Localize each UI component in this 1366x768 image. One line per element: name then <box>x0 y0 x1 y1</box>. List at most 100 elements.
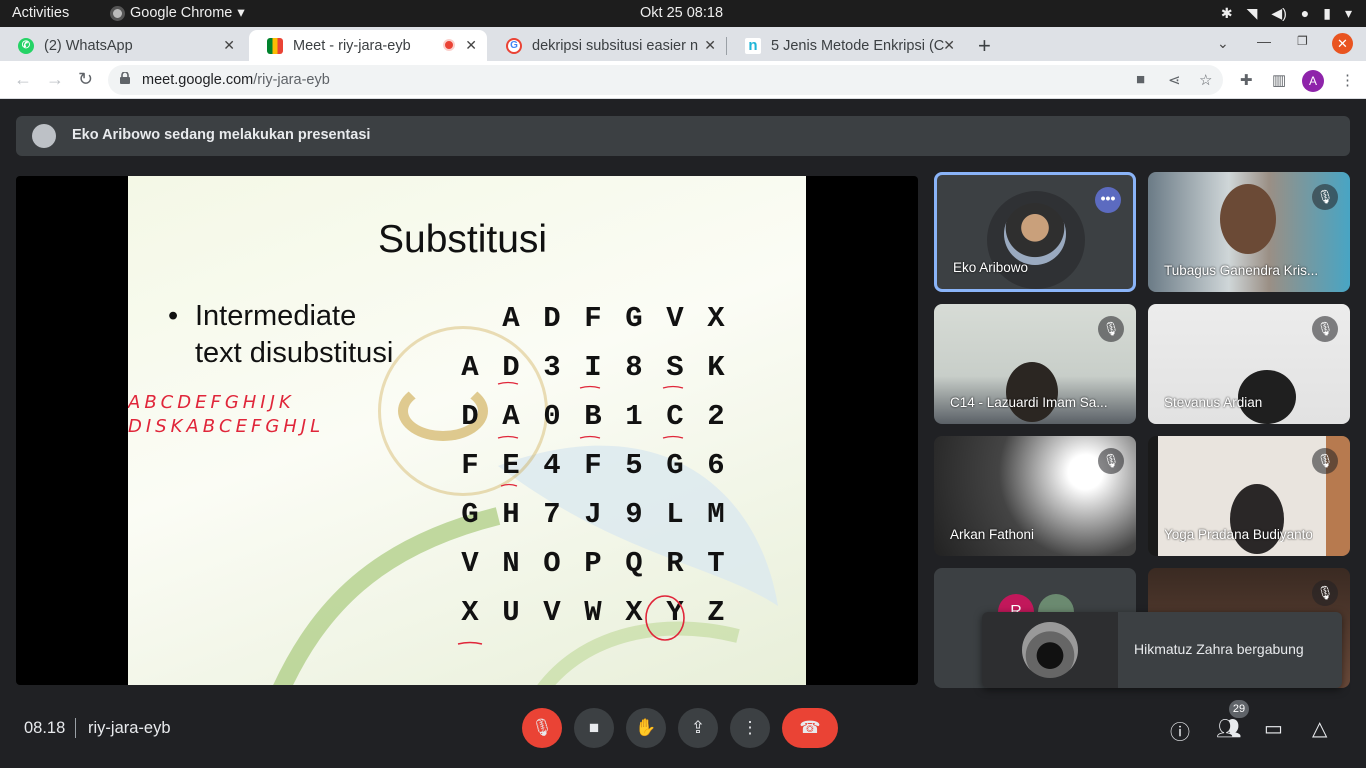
close-window-icon[interactable]: ✕ <box>1332 33 1353 54</box>
presentation-slide: Substitusi • Intermediate text disubstit… <box>128 176 806 685</box>
tab-google-search[interactable]: G dekripsi subsitusi easier n ✕ <box>488 30 726 61</box>
recording-icon <box>443 39 455 51</box>
forward-arrow-icon[interactable]: → <box>46 69 64 90</box>
participant-name: Tubagus Ganendra Kris... <box>1164 263 1319 278</box>
meeting-code[interactable]: riy-jara-eyb <box>88 719 171 738</box>
participant-name: Arkan Fathoni <box>950 527 1035 542</box>
mic-off-icon: 🎙︎ <box>1098 448 1124 474</box>
participant-tile-eko[interactable]: ••• Eko Aribowo <box>934 172 1136 292</box>
participant-tile-arkan[interactable]: 🎙︎ Arkan Fathoni <box>934 436 1136 556</box>
participant-tile-yoga[interactable]: 🎙︎ Yoga Pradana Budiyanto <box>1148 436 1350 556</box>
participant-name: Yoga Pradana Budiyanto <box>1164 527 1313 542</box>
system-tray[interactable]: ✱ ◥ ◀) ● ▮ ▾ <box>1221 5 1352 22</box>
avatar <box>1022 622 1078 678</box>
tab-search-chevron-icon[interactable]: ⌄ <box>1217 35 1229 52</box>
clock[interactable]: Okt 25 08:18 <box>640 5 723 21</box>
address-bar[interactable]: meet.google.com/riy-jara-eyb ■ ⋖ ☆ <box>108 65 1223 95</box>
lock-icon[interactable] <box>120 72 130 84</box>
url-text: meet.google.com/riy-jara-eyb <box>142 72 330 88</box>
mic-off-icon: 🎙︎ <box>1312 580 1338 606</box>
annotation-marks <box>457 381 685 645</box>
mic-off-button[interactable]: 🎙︎ <box>522 708 562 748</box>
url-host: meet.google.com <box>142 72 254 88</box>
url-path: /riy-jara-eyb <box>253 72 330 88</box>
wifi-icon: ◥ <box>1246 5 1258 21</box>
restore-icon[interactable]: ❐ <box>1297 34 1308 48</box>
meeting-details-icon[interactable]: ⓘ <box>1170 716 1190 745</box>
people-count-badge: 29 <box>1229 700 1249 718</box>
tab-title: dekripsi subsitusi easier n <box>532 37 699 54</box>
caret-down-icon: ▾ <box>237 5 245 21</box>
n-icon: n <box>745 37 761 54</box>
more-options-icon[interactable]: ••• <box>1095 187 1121 213</box>
chat-icon[interactable]: ▭ <box>1264 716 1283 741</box>
participant-tile-tubagus[interactable]: 🎙︎ Tubagus Ganendra Kris... <box>1148 172 1350 292</box>
app-menu-label: Google Chrome <box>130 5 233 21</box>
present-now-button[interactable]: ⇪ <box>678 708 718 748</box>
participant-tile-stevanus[interactable]: 🎙︎ Stevanus Ardian <box>1148 304 1350 424</box>
join-notification: Hikmatuz Zahra bergabung <box>982 612 1342 688</box>
participant-name: Eko Aribowo <box>953 260 1029 275</box>
tab-meet[interactable]: Meet - riy-jara-eyb ✕ <box>249 30 487 61</box>
navigation-bar: ← → ↻ meet.google.com/riy-jara-eyb ■ ⋖ ☆… <box>0 61 1366 99</box>
video-person <box>1230 484 1284 554</box>
presenting-banner: Eko Aribowo sedang melakukan presentasi <box>16 116 1350 156</box>
video-person <box>1220 184 1276 254</box>
volume-icon: ◀) <box>1271 5 1287 21</box>
google-icon: G <box>506 37 522 54</box>
raise-hand-button[interactable]: ✋ <box>626 708 666 748</box>
activities-button[interactable]: Activities <box>12 5 69 21</box>
back-arrow-icon[interactable]: ← <box>14 69 32 90</box>
new-tab-button[interactable]: + <box>978 33 991 59</box>
side-panel-icon[interactable]: ▥ <box>1272 71 1286 89</box>
camera-in-use-icon[interactable]: ■ <box>1136 71 1145 88</box>
minimize-icon[interactable]: — <box>1257 33 1271 49</box>
participant-name: Stevanus Ardian <box>1164 395 1263 410</box>
meet-icon <box>267 37 283 54</box>
close-tab-icon[interactable]: ✕ <box>704 37 716 54</box>
meet-page: Eko Aribowo sedang melakukan presentasi … <box>0 100 1366 768</box>
activities-icon[interactable]: △ <box>1312 716 1327 741</box>
video-person <box>1006 362 1058 422</box>
tab-enkripsi[interactable]: n 5 Jenis Metode Enkripsi (C ✕ <box>727 30 965 61</box>
mic-off-icon: 🎙︎ <box>1312 184 1338 210</box>
close-tab-icon[interactable]: ✕ <box>223 37 235 54</box>
tab-strip: ✆ (2) WhatsApp ✕ Meet - riy-jara-eyb ✕ G… <box>0 27 1366 61</box>
app-menu[interactable]: Google Chrome ▾ <box>110 5 245 21</box>
profile-avatar[interactable]: A <box>1302 70 1324 92</box>
participant-name: C14 - Lazuardi Imam Sa... <box>950 395 1108 410</box>
avatar <box>1004 203 1066 265</box>
whatsapp-icon: ✆ <box>18 37 34 54</box>
system-top-bar: Activities Google Chrome ▾ Okt 25 08:18 … <box>0 0 1366 27</box>
mic-off-icon: 🎙︎ <box>1312 448 1338 474</box>
reload-icon[interactable]: ↻ <box>78 69 93 90</box>
close-tab-icon[interactable]: ✕ <box>943 37 955 54</box>
caret-down-icon: ▾ <box>1344 5 1352 21</box>
microphone-icon: ● <box>1300 5 1310 21</box>
battery-icon: ▮ <box>1323 5 1331 21</box>
avatar <box>32 124 56 148</box>
chrome-icon <box>110 5 125 21</box>
close-tab-icon[interactable]: ✕ <box>465 37 477 54</box>
notification-text: Hikmatuz Zahra bergabung <box>1134 641 1304 657</box>
mic-off-icon: 🎙︎ <box>1312 316 1338 342</box>
bluetooth-icon: ✱ <box>1220 5 1233 21</box>
participant-tile-lazuardi[interactable]: 🎙︎ C14 - Lazuardi Imam Sa... <box>934 304 1136 424</box>
tab-whatsapp[interactable]: ✆ (2) WhatsApp ✕ <box>0 30 245 61</box>
extensions-icon[interactable]: ✚ <box>1240 71 1253 89</box>
bookmark-star-icon[interactable]: ☆ <box>1199 71 1212 89</box>
camera-button[interactable]: ■ <box>574 708 614 748</box>
presenting-label: Eko Aribowo sedang melakukan presentasi <box>72 127 371 143</box>
presentation-stage[interactable]: Substitusi • Intermediate text disubstit… <box>16 176 918 685</box>
people-icon[interactable]: 👥︎ <box>1216 716 1241 741</box>
more-options-button[interactable]: ⋮ <box>730 708 770 748</box>
tab-title: (2) WhatsApp <box>44 37 133 54</box>
share-icon[interactable]: ⋖ <box>1168 71 1181 89</box>
mic-off-icon: 🎙︎ <box>1098 316 1124 342</box>
chrome-menu-icon[interactable]: ⋮ <box>1340 71 1355 89</box>
tab-title: Meet - riy-jara-eyb <box>293 37 411 54</box>
meeting-time: 08.18 <box>24 719 66 737</box>
leave-call-button[interactable]: ☎ <box>782 708 838 748</box>
tab-title: 5 Jenis Metode Enkripsi (C <box>771 37 945 54</box>
divider <box>75 718 76 738</box>
